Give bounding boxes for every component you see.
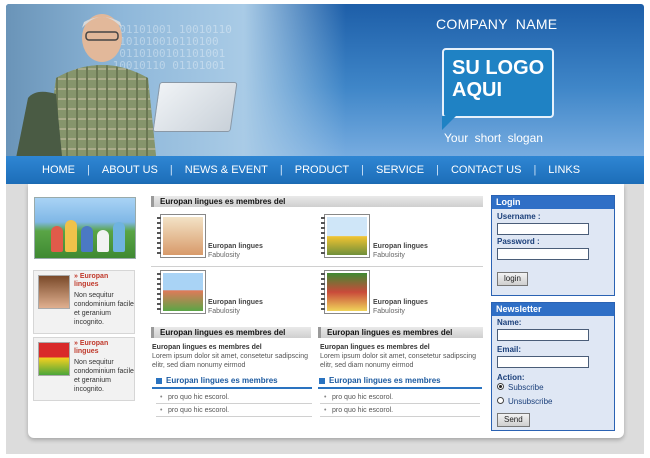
gallery-thumbnail[interactable] [157, 270, 206, 314]
nav-item-product[interactable]: PRODUCT [283, 164, 361, 176]
section-bar: Europan lingues es membres del [151, 327, 311, 338]
password-field[interactable] [497, 248, 589, 260]
nav-item-contact-us[interactable]: CONTACT US [439, 164, 534, 176]
side-item-title[interactable]: » Europan lingues [74, 273, 134, 289]
subscribe-label: Subscribe [508, 383, 544, 392]
divider [156, 403, 312, 404]
email-field[interactable] [497, 356, 589, 368]
newsletter-box: Newsletter Name: Email: Action: Subscrib… [491, 302, 615, 431]
password-label: Password : [497, 237, 540, 246]
side-item-text: Non sequitur condominium facile et geran… [74, 292, 134, 326]
laptop-image [152, 82, 238, 132]
nav-item-links[interactable]: LINKS [536, 164, 592, 176]
family-group-image [163, 273, 203, 311]
spiral-binding-icon [321, 273, 325, 311]
gallery-caption-sub: Fabulosity [208, 252, 240, 259]
nav-item-home[interactable]: HOME [6, 164, 87, 176]
list-item[interactable]: pro quo hic escorol. [324, 406, 393, 415]
section-bar: Europan lingues es membres del [151, 196, 483, 207]
family-figure [65, 220, 77, 252]
list-heading[interactable]: Europan lingues es membres [319, 376, 441, 386]
divider [320, 416, 480, 417]
woman-portrait-image [38, 275, 70, 309]
divider [156, 416, 312, 417]
subscribe-radio[interactable] [497, 383, 504, 390]
spiral-binding-icon [157, 217, 161, 255]
divider [151, 266, 483, 267]
username-field[interactable] [497, 223, 589, 235]
nav-item-about-us[interactable]: ABOUT US [90, 164, 170, 176]
spiral-binding-icon [157, 273, 161, 311]
spiral-binding-icon [321, 217, 325, 255]
section-title: Europan lingues es membres del [320, 344, 430, 351]
action-label: Action: [497, 373, 525, 382]
gallery-thumbnail[interactable] [321, 214, 370, 258]
family-photo [34, 197, 136, 259]
side-item-title[interactable]: » Europan lingues [74, 340, 134, 356]
list-item[interactable]: pro quo hic escorol. [160, 406, 229, 415]
section-text: Lorem ipsum dolor sit amet, consetetur s… [320, 353, 477, 369]
logo-speech-bubble-icon[interactable]: SU LOGO AQUI [442, 48, 554, 130]
kids-playing-image [327, 273, 367, 311]
family-figure [81, 226, 93, 252]
gallery-thumbnail[interactable] [321, 270, 370, 314]
gallery-caption-title: Europan lingues [208, 243, 263, 250]
section-bar: Europan lingues es membres del [318, 327, 483, 338]
name-field[interactable] [497, 329, 589, 341]
nav-item-service[interactable]: SERVICE [364, 164, 436, 176]
section-text: Lorem ipsum dolor sit amet, consetetur s… [152, 353, 309, 369]
login-box: Login Username : Password : login [491, 195, 615, 296]
unsubscribe-label: Unsubscribe [508, 397, 553, 406]
family-figure [113, 222, 125, 252]
company-name: COMPANY NAME [436, 16, 558, 32]
gallery-caption-sub: Fabulosity [373, 308, 405, 315]
list-heading[interactable]: Europan lingues es membres [156, 376, 278, 386]
list-item[interactable]: pro quo hic escorol. [324, 393, 393, 402]
divider [320, 403, 480, 404]
list-underline [318, 387, 482, 389]
list-underline [152, 387, 312, 389]
gallery-caption-title: Europan lingues [373, 299, 428, 306]
username-label: Username : [497, 212, 541, 221]
family-figure [97, 230, 109, 252]
side-item-text: Non sequitur condominium facile et geran… [74, 359, 134, 393]
list-item[interactable]: pro quo hic escorol. [160, 393, 229, 402]
login-button[interactable]: login [497, 272, 528, 286]
side-list-item[interactable]: » Europan lingues Non sequitur condomini… [33, 337, 135, 401]
gallery-caption-title: Europan lingues [208, 299, 263, 306]
logo-text-line1: SU LOGO [452, 57, 545, 79]
child-face-image [163, 217, 203, 255]
slogan: Your short slogan [444, 131, 543, 145]
gallery-caption-title: Europan lingues [373, 243, 428, 250]
header-photo: 01101001 10010110 1101010010110100 01101… [6, 4, 346, 156]
man-with-laptop-image [16, 14, 156, 156]
unsubscribe-radio[interactable] [497, 397, 504, 404]
send-button[interactable]: Send [497, 413, 530, 427]
family-figure [51, 226, 63, 252]
child-photo-image [38, 342, 70, 376]
gallery-caption-sub: Fabulosity [208, 308, 240, 315]
woman-jumping-image [327, 217, 367, 255]
logo-text-line2: AQUI [452, 79, 502, 101]
site-header: 01101001 10010110 1101010010110100 01101… [6, 4, 644, 156]
section-title: Europan lingues es membres del [152, 344, 262, 351]
email-label: Email: [497, 345, 522, 354]
main-nav: HOME | ABOUT US | NEWS & EVENT | PRODUCT… [6, 156, 644, 184]
gallery-thumbnail[interactable] [157, 214, 206, 258]
login-title: Login [492, 196, 614, 209]
nav-item-news-event[interactable]: NEWS & EVENT [173, 164, 280, 176]
name-label: Name: [497, 318, 522, 327]
gallery-caption-sub: Fabulosity [373, 252, 405, 259]
newsletter-title: Newsletter [492, 303, 614, 316]
side-list-item[interactable]: » Europan lingues Non sequitur condomini… [33, 270, 135, 334]
